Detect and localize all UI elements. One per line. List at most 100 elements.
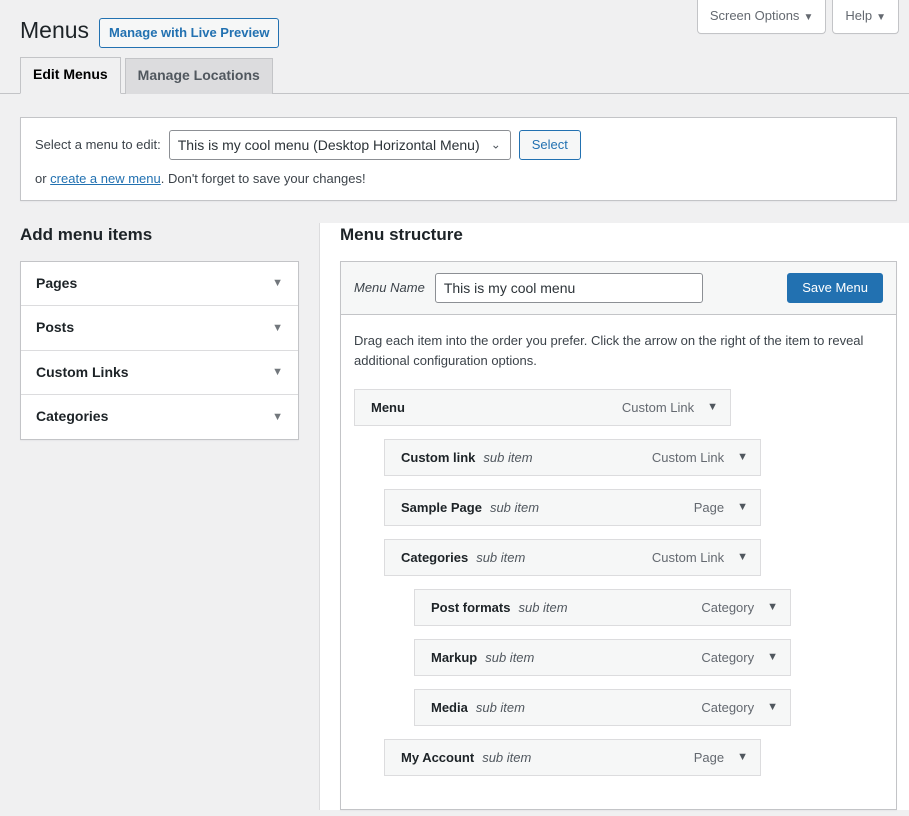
menu-item-sub-label: sub item bbox=[476, 550, 525, 565]
chevron-down-icon: ▼ bbox=[272, 323, 283, 334]
menu-item-sub-label: sub item bbox=[482, 750, 531, 765]
menu-item-sub-label: sub item bbox=[490, 500, 539, 515]
menu-item-sub-label: sub item bbox=[485, 650, 534, 665]
menu-name-input[interactable] bbox=[435, 273, 703, 303]
nav-tab-wrapper: Edit Menus Manage Locations bbox=[0, 60, 909, 94]
menu-item-title: Categoriessub item bbox=[401, 550, 525, 565]
select-menu-button[interactable]: Select bbox=[519, 130, 581, 160]
menu-item-meta: Category▼ bbox=[701, 700, 778, 715]
accordion-label-pages: Pages bbox=[36, 274, 77, 294]
accordion-toggle-pages[interactable]: Pages ▼ bbox=[21, 262, 298, 306]
add-menu-items-heading: Add menu items bbox=[20, 223, 299, 247]
accordion-label-posts: Posts bbox=[36, 318, 74, 338]
menu-select-row: Select a menu to edit: This is my cool m… bbox=[35, 130, 882, 160]
menu-item-row[interactable]: Post formatssub itemCategory▼ bbox=[414, 589, 791, 626]
menu-select-wrapper: This is my cool menu (Desktop Horizontal… bbox=[169, 130, 511, 160]
menu-item-meta: Custom Link▼ bbox=[622, 400, 718, 415]
menu-item-sub-label: sub item bbox=[483, 450, 532, 465]
menu-item-title: Media sub item bbox=[431, 700, 525, 715]
help-button[interactable]: Help▼ bbox=[832, 0, 899, 34]
accordion-label-custom-links: Custom Links bbox=[36, 363, 129, 383]
menu-item-name: Custom link bbox=[401, 450, 475, 465]
screen-meta-links: Screen Options▼ Help▼ bbox=[697, 0, 899, 34]
menu-item-title: My Account sub item bbox=[401, 750, 531, 765]
menu-item-meta: Page ▼ bbox=[694, 750, 748, 765]
chevron-down-icon: ▼ bbox=[272, 412, 283, 423]
menu-item-type: Custom Link bbox=[652, 550, 724, 565]
menu-item-meta: Category ▼ bbox=[701, 650, 778, 665]
menu-name-bar: Menu Name Save Menu bbox=[341, 262, 896, 315]
menu-item-row[interactable]: Sample Page sub item Page ▼ bbox=[384, 489, 761, 526]
manage-with-live-preview-button[interactable]: Manage with Live Preview bbox=[99, 18, 279, 48]
menu-item-type: Page bbox=[694, 750, 724, 765]
menu-item-type: Category bbox=[701, 650, 754, 665]
screen-options-label: Screen Options bbox=[710, 8, 800, 23]
chevron-down-icon[interactable]: ▼ bbox=[737, 752, 748, 763]
menu-item-type: Custom Link bbox=[652, 450, 724, 465]
help-label: Help bbox=[845, 8, 872, 23]
menu-item-row[interactable]: Categoriessub item Custom Link ▼ bbox=[384, 539, 761, 576]
menu-item-title: Menu bbox=[371, 400, 405, 415]
hint-prefix: or bbox=[35, 171, 50, 186]
chevron-down-icon: ▼ bbox=[272, 367, 283, 378]
chevron-down-icon[interactable]: ▼ bbox=[737, 502, 748, 513]
accordion-section-custom-links: Custom Links ▼ bbox=[21, 351, 298, 396]
menu-item-row[interactable]: My Account sub item Page ▼ bbox=[384, 739, 761, 776]
menu-name-group: Menu Name bbox=[354, 273, 703, 303]
menu-item-name: Markup bbox=[431, 650, 477, 665]
menu-item-row[interactable]: Custom link sub item Custom Link ▼ bbox=[384, 439, 761, 476]
hint-suffix: . Don't forget to save your changes! bbox=[161, 171, 366, 186]
menu-item-type: Page bbox=[694, 500, 724, 515]
menu-item-meta: Page ▼ bbox=[694, 500, 748, 515]
accordion-section-pages: Pages ▼ bbox=[21, 262, 298, 307]
menu-item-title: Custom link sub item bbox=[401, 450, 533, 465]
menu-item-row[interactable]: Markup sub item Category ▼ bbox=[414, 639, 791, 676]
menu-item-name: Sample Page bbox=[401, 500, 482, 515]
menu-structure-body: Drag each item into the order you prefer… bbox=[341, 315, 896, 809]
add-menu-items-accordion: Pages ▼ Posts ▼ Custom Links ▼ Categorie… bbox=[20, 261, 299, 440]
drag-instructions: Drag each item into the order you prefer… bbox=[354, 331, 883, 371]
menu-select-panel: Select a menu to edit: This is my cool m… bbox=[20, 117, 897, 201]
menu-item-row[interactable]: Menu Custom Link▼ bbox=[354, 389, 731, 426]
chevron-down-icon[interactable]: ▼ bbox=[767, 602, 778, 613]
menu-item-meta: Custom Link ▼ bbox=[652, 450, 748, 465]
chevron-down-icon: ▼ bbox=[272, 278, 283, 289]
menu-item-title: Markup sub item bbox=[431, 650, 534, 665]
menu-item-type: Category bbox=[701, 600, 754, 615]
menu-item-name: My Account bbox=[401, 750, 474, 765]
page-title: Menus bbox=[20, 16, 89, 46]
chevron-down-icon: ▼ bbox=[803, 9, 813, 26]
menu-item-name: Media bbox=[431, 700, 468, 715]
menu-select-dropdown[interactable]: This is my cool menu (Desktop Horizontal… bbox=[169, 130, 511, 160]
create-a-new-menu-link[interactable]: create a new menu bbox=[50, 171, 161, 186]
chevron-down-icon[interactable]: ▼ bbox=[737, 552, 748, 563]
menu-item-sub-label: sub item bbox=[476, 700, 525, 715]
menu-item-meta: Category ▼ bbox=[701, 600, 778, 615]
accordion-section-posts: Posts ▼ bbox=[21, 306, 298, 351]
menu-structure-column: Menu structure Menu Name Save Menu Drag … bbox=[320, 223, 909, 810]
accordion-toggle-custom-links[interactable]: Custom Links ▼ bbox=[21, 351, 298, 395]
save-menu-button[interactable]: Save Menu bbox=[787, 273, 883, 303]
menu-item-name: Menu bbox=[371, 400, 405, 415]
menu-item-row[interactable]: Media sub item Category▼ bbox=[414, 689, 791, 726]
chevron-down-icon[interactable]: ▼ bbox=[737, 452, 748, 463]
tab-manage-locations[interactable]: Manage Locations bbox=[125, 58, 273, 94]
menu-items-list: MenuCustom Link▼Custom linksub itemCusto… bbox=[354, 389, 883, 776]
accordion-toggle-categories[interactable]: Categories ▼ bbox=[21, 395, 298, 439]
menu-item-meta: Custom Link ▼ bbox=[652, 550, 748, 565]
chevron-down-icon[interactable]: ▼ bbox=[707, 402, 718, 413]
menu-name-label: Menu Name bbox=[354, 280, 425, 295]
screen-options-button[interactable]: Screen Options▼ bbox=[697, 0, 827, 34]
menu-structure-box: Menu Name Save Menu Drag each item into … bbox=[340, 261, 897, 810]
chevron-down-icon[interactable]: ▼ bbox=[767, 702, 778, 713]
accordion-toggle-posts[interactable]: Posts ▼ bbox=[21, 306, 298, 350]
accordion-label-categories: Categories bbox=[36, 407, 108, 427]
menu-structure-heading: Menu structure bbox=[340, 223, 897, 247]
select-menu-label: Select a menu to edit: bbox=[35, 137, 161, 152]
menu-item-title: Sample Page sub item bbox=[401, 500, 539, 515]
tab-edit-menus[interactable]: Edit Menus bbox=[20, 57, 121, 94]
accordion-section-categories: Categories ▼ bbox=[21, 395, 298, 439]
add-menu-items-column: Add menu items Pages ▼ Posts ▼ Custom Li… bbox=[0, 223, 320, 810]
menu-edit-area: Add menu items Pages ▼ Posts ▼ Custom Li… bbox=[0, 223, 909, 810]
chevron-down-icon[interactable]: ▼ bbox=[767, 652, 778, 663]
